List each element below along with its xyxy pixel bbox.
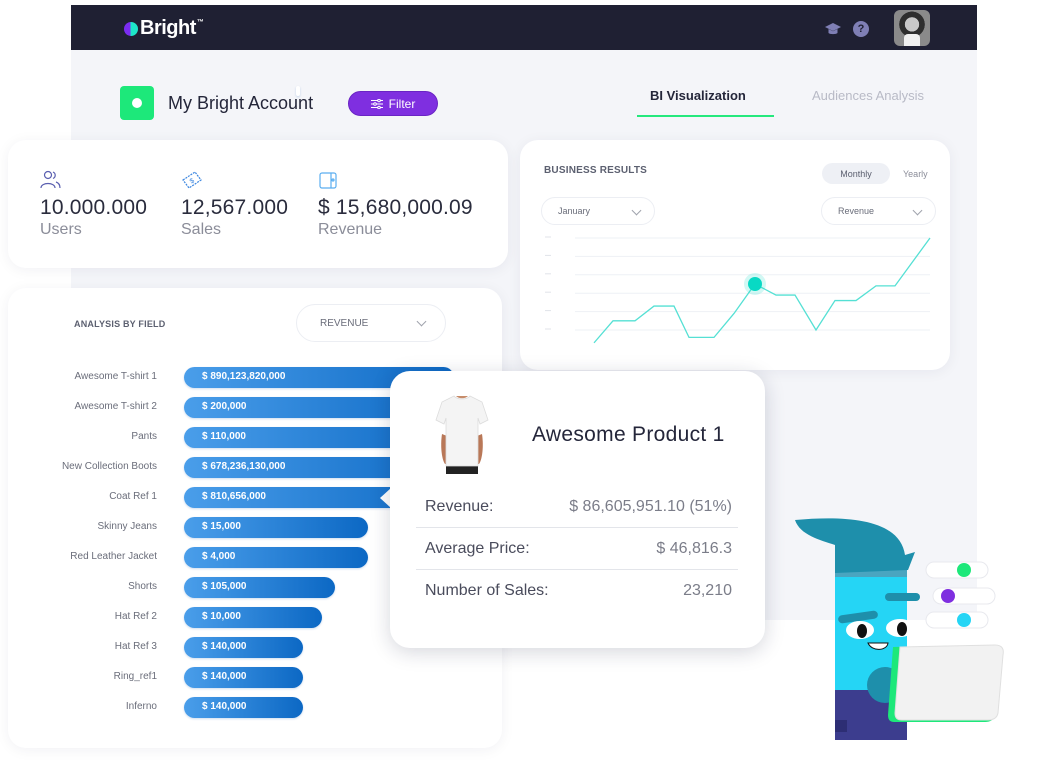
metric-select[interactable]: Revenue	[821, 197, 936, 225]
tooltip-row-value: 23,210	[683, 582, 732, 599]
bar-mark[interactable]: $ 10,000	[184, 607, 322, 628]
stat-sales: $ 12,567.000 Sales	[181, 170, 288, 239]
line-series	[593, 237, 931, 344]
bar-mark[interactable]: $ 140,000	[184, 697, 303, 718]
bar-mark[interactable]: $ 140,000	[184, 667, 303, 688]
stat-sales-value: 12,567.000	[181, 196, 289, 219]
stat-users: 10.000.000 Users	[40, 170, 147, 239]
active-tab-indicator	[637, 115, 774, 117]
bar-category-label: Inferno	[125, 701, 157, 712]
help-icon[interactable]: ?	[853, 21, 869, 37]
bar-value-label: $ 15,000	[202, 521, 241, 532]
highlight-point	[748, 277, 762, 291]
stat-revenue-value: $ 15,680,000.09	[318, 196, 473, 219]
dollar-ticket-icon: $	[182, 171, 202, 189]
product-tooltip: Awesome Product 1 Revenue: $ 86,605,951.…	[390, 371, 765, 648]
wallet-icon	[319, 172, 337, 189]
chevron-down-icon	[912, 205, 923, 216]
bar-category-label: Ring_ref1	[113, 671, 157, 682]
analysis-title: ANALYSIS BY FIELD	[74, 319, 166, 329]
tooltip-row-label: Average Price:	[425, 539, 530, 557]
user-avatar[interactable]	[894, 10, 930, 46]
tooltip-row-label: Revenue:	[425, 497, 494, 515]
top-navigation-bar: Bright ™ ?	[71, 5, 977, 50]
bar-category-label: Skinny Jeans	[97, 521, 157, 532]
stat-revenue: $ 15,680,000.09 Revenue	[318, 170, 473, 239]
bright-logo[interactable]: Bright ™	[124, 17, 204, 40]
bar-value-label: $ 140,000	[202, 641, 247, 652]
tooltip-row-revenue: Revenue: $ 86,605,951.10 (51%)	[416, 486, 738, 528]
bar-mark[interactable]: $ 15,000	[184, 517, 368, 538]
tooltip-row-number-of-sales: Number of Sales: 23,210	[416, 570, 738, 612]
metric-select-value: Revenue	[838, 206, 875, 216]
bar-category-label: Shorts	[128, 581, 157, 592]
bar-value-label: $ 140,000	[202, 671, 247, 682]
bar-category-label: Hat Ref 2	[114, 611, 157, 622]
bar-row[interactable]: Ring_ref1 $ 140,000	[8, 667, 502, 688]
bar-category-label: Hat Ref 3	[114, 641, 157, 652]
bar-value-label: $ 810,656,000	[202, 491, 266, 502]
tooltip-row-average-price: Average Price: $ 46,816.3	[416, 528, 738, 570]
bar-mark[interactable]: $ 140,000	[184, 637, 303, 658]
bar-value-label: $ 4,000	[202, 551, 236, 562]
chevron-down-icon	[416, 316, 427, 327]
brand-name: Bright	[140, 17, 196, 39]
graduation-cap-icon[interactable]	[825, 21, 841, 37]
tab-audiences-analysis[interactable]: Audiences Analysis	[812, 88, 924, 103]
account-logo-icon	[120, 86, 300, 120]
bar-row[interactable]: Inferno $ 140,000	[8, 697, 502, 718]
trademark-mark: ™	[196, 19, 204, 26]
bar-value-label: $ 200,000	[202, 401, 247, 412]
bar-category-label: Red Leather Jacket	[70, 551, 157, 562]
business-results-card: BUSINESS RESULTS Monthly Yearly January …	[520, 140, 950, 370]
stat-users-label: Users	[40, 221, 82, 238]
bar-category-label: Pants	[131, 431, 157, 442]
bright-logo-mark-icon	[124, 21, 138, 36]
field-select-value: REVENUE	[320, 317, 369, 329]
product-tshirt-image	[435, 395, 489, 474]
business-results-title: BUSINESS RESULTS	[544, 165, 648, 176]
month-select[interactable]: January	[541, 197, 655, 225]
stat-sales-label: Sales	[181, 221, 222, 238]
month-select-value: January	[558, 206, 591, 216]
highlight-point-halo	[744, 273, 766, 295]
bar-mark[interactable]: $ 4,000	[184, 547, 368, 568]
tab-bi-visualization[interactable]: BI Visualization	[650, 88, 746, 103]
bar-category-label: New Collection Boots	[61, 461, 157, 472]
toggle-switches-decoration	[925, 561, 996, 629]
product-name: Awesome Product 1	[532, 423, 725, 446]
bar-value-label: $ 10,000	[202, 611, 241, 622]
field-select[interactable]: REVENUE	[296, 304, 446, 342]
filter-button-label: Filter	[388, 96, 416, 111]
stats-card: 10.000.000 Users $ 12,567.000 Sales $ 15…	[8, 140, 508, 268]
bar-value-label: $ 140,000	[202, 701, 247, 712]
mascot-illustration	[795, 518, 1004, 740]
tooltip-row-value: $ 86,605,951.10 (51%)	[569, 497, 732, 515]
stat-revenue-label: Revenue	[318, 221, 383, 238]
bar-category-label: Awesome T-shirt 1	[74, 371, 157, 382]
bar-value-label: $ 110,000	[202, 431, 246, 442]
bar-value-label: $ 105,000	[202, 581, 247, 592]
bar-category-label: Coat Ref 1	[109, 491, 157, 502]
bar-mark[interactable]: $ 105,000	[184, 577, 335, 598]
toggle-yearly[interactable]: Yearly	[903, 163, 928, 184]
bar-value-label: $ 890,123,820,000	[202, 371, 286, 382]
toggle-monthly[interactable]: Monthly	[822, 163, 890, 184]
tooltip-row-label: Number of Sales:	[425, 582, 549, 599]
stat-users-value: 10.000.000	[40, 196, 148, 219]
bar-value-label: $ 678,236,130,000	[202, 461, 286, 472]
filter-button[interactable]: Filter	[348, 91, 438, 116]
bar-category-label: Awesome T-shirt 2	[74, 401, 157, 412]
sliders-icon	[370, 98, 383, 109]
users-icon	[40, 170, 61, 189]
account-title: My Bright Account	[168, 93, 314, 113]
chevron-down-icon	[631, 205, 642, 216]
tooltip-row-value: $ 46,816.3	[656, 539, 732, 557]
